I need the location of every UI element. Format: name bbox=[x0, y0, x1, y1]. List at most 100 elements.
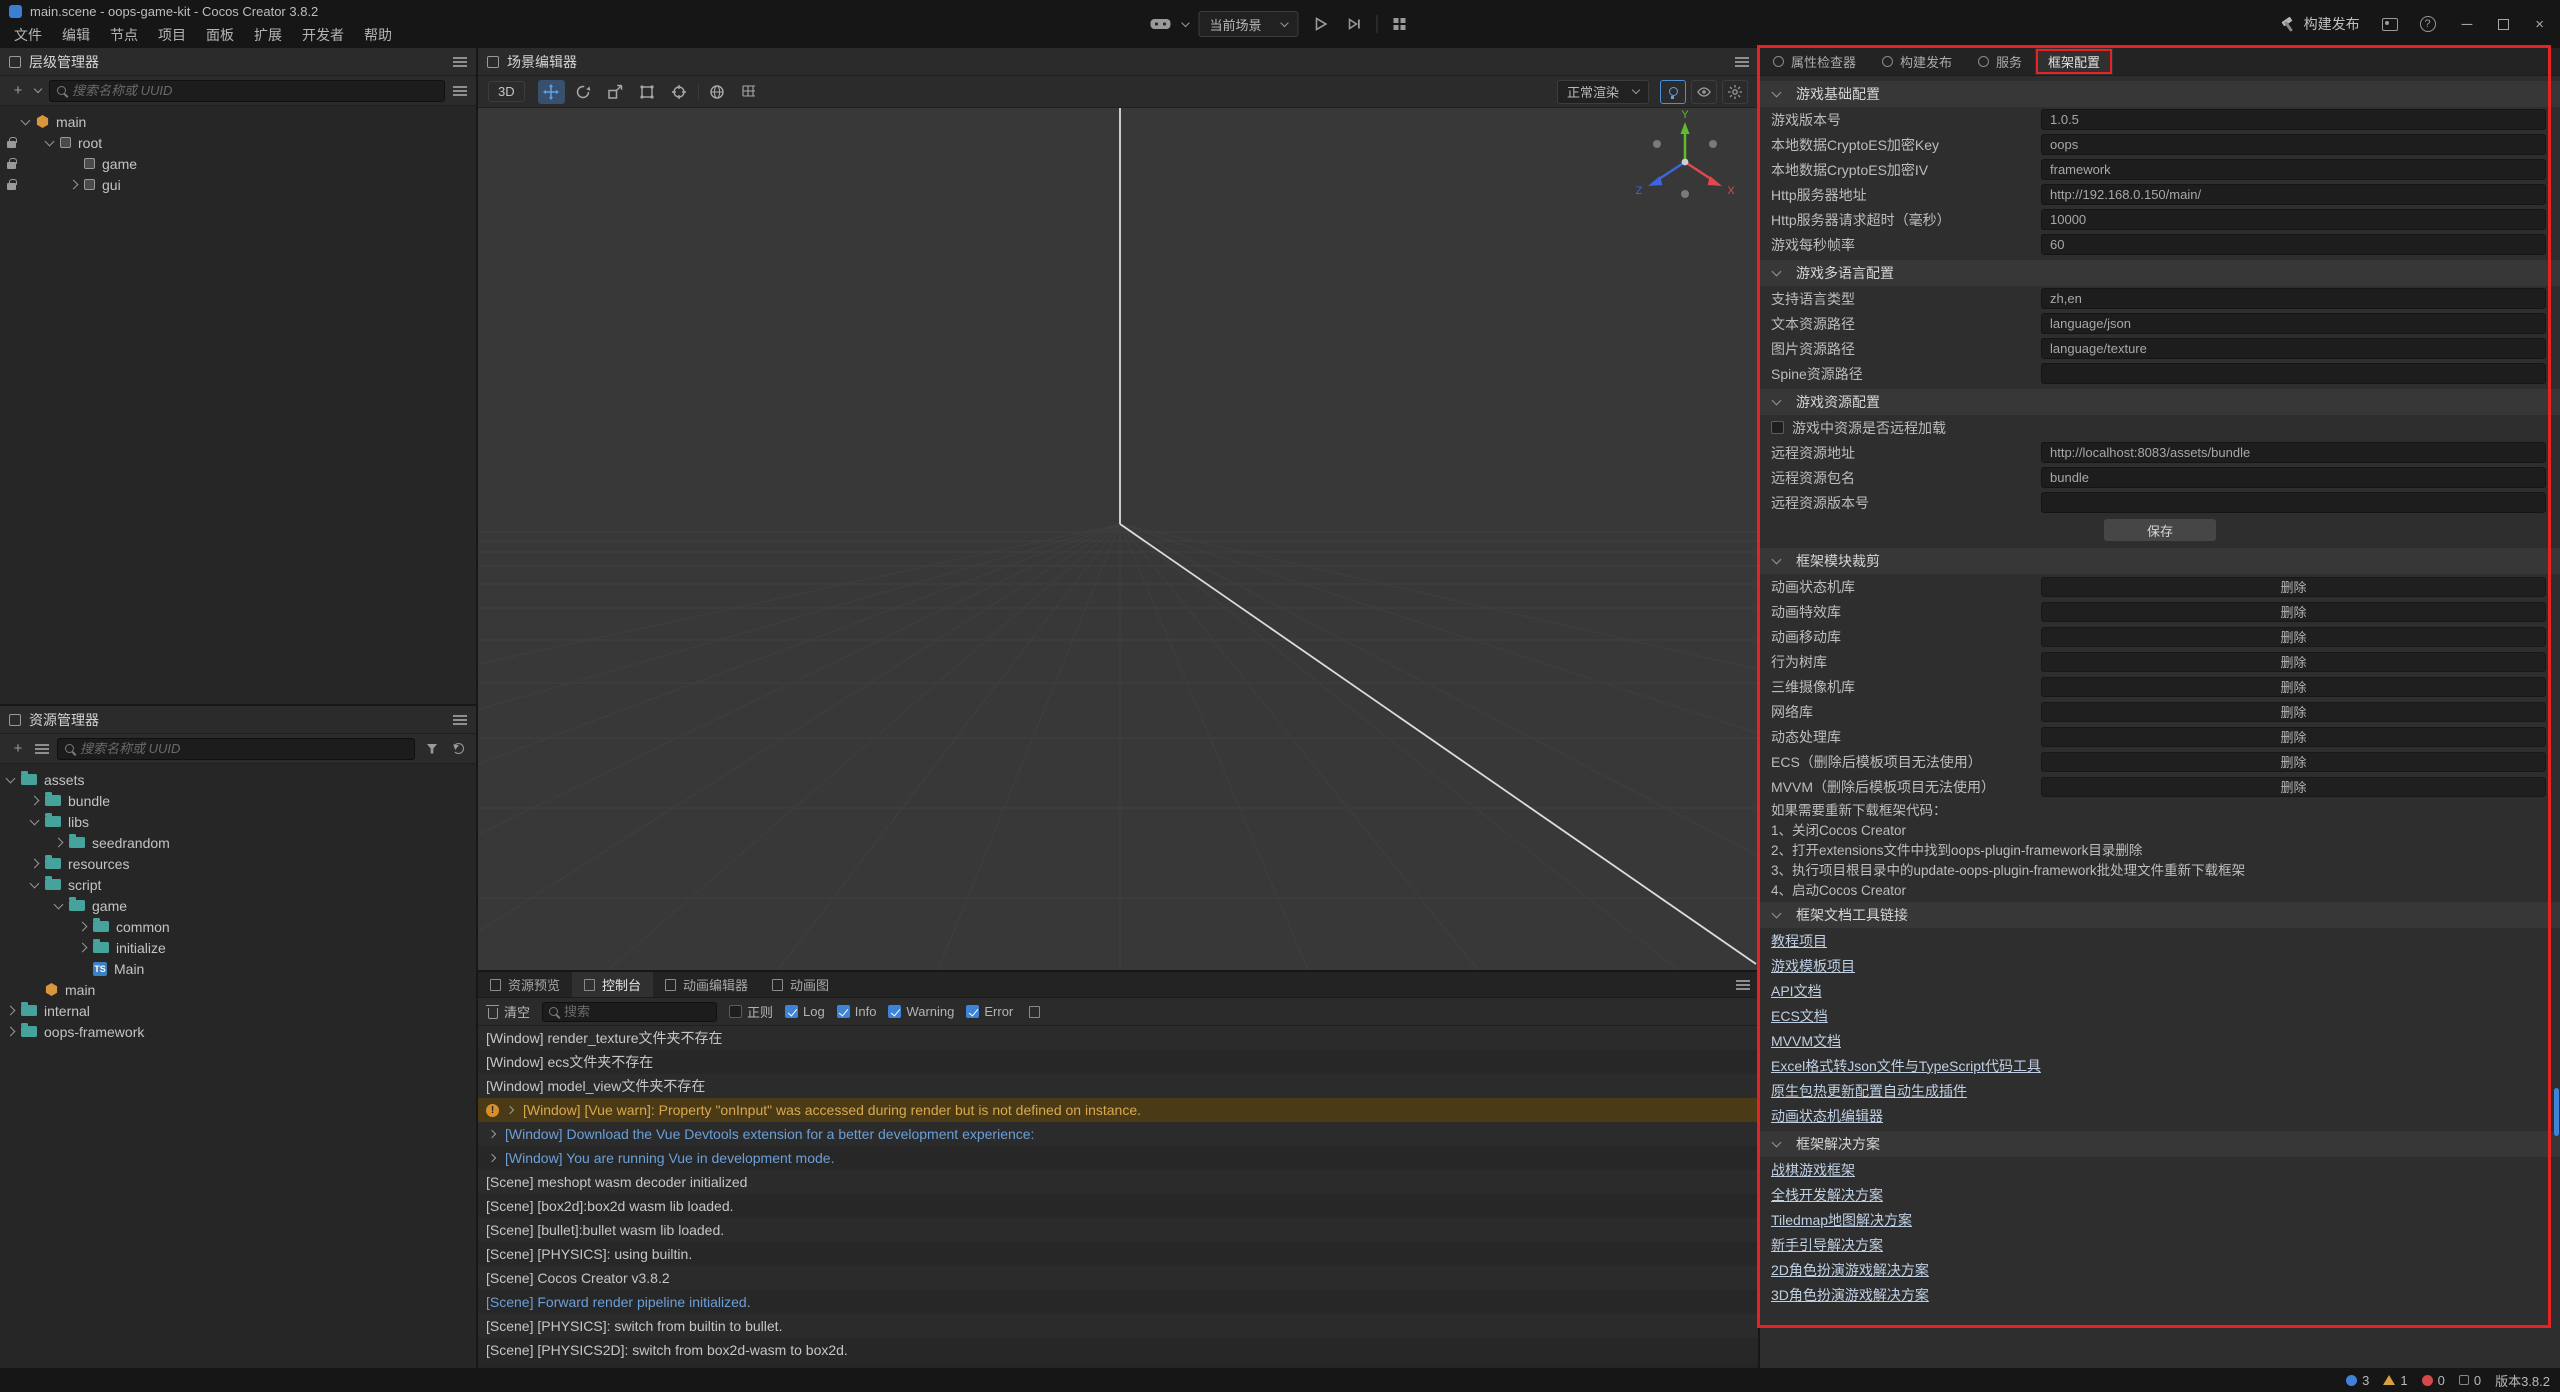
tree-row-initialize[interactable]: initialize bbox=[0, 937, 476, 958]
field-input[interactable]: oops bbox=[2041, 134, 2546, 155]
hierarchy-search[interactable] bbox=[49, 80, 445, 102]
save-button[interactable]: 保存 bbox=[2104, 519, 2216, 541]
log-row[interactable]: [Window] Download the Vue Devtools exten… bbox=[478, 1122, 1758, 1146]
tree-row-gui[interactable]: gui bbox=[0, 174, 476, 195]
console-tab-动画图[interactable]: 动画图 bbox=[760, 972, 841, 997]
console-tab-控制台[interactable]: 控制台 bbox=[572, 972, 653, 997]
field-input[interactable]: language/json bbox=[2041, 313, 2546, 334]
field-input[interactable]: http://localhost:8083/assets/bundle bbox=[2041, 442, 2546, 463]
device-caret-icon[interactable] bbox=[1181, 18, 1189, 26]
link-战棋游戏框架[interactable]: 战棋游戏框架 bbox=[1760, 1157, 2560, 1182]
task-count[interactable]: 0 bbox=[2459, 1373, 2481, 1388]
link-全栈开发解决方案[interactable]: 全栈开发解决方案 bbox=[1760, 1182, 2560, 1207]
field-input[interactable]: 1.0.5 bbox=[2041, 109, 2546, 130]
filter-Info[interactable]: Info bbox=[837, 1004, 877, 1019]
inspector-tab-框架配置[interactable]: 框架配置 bbox=[2035, 48, 2113, 75]
assets-search-input[interactable] bbox=[80, 741, 407, 756]
log-row[interactable]: [Scene] [bullet]:bullet wasm lib loaded. bbox=[478, 1218, 1758, 1242]
mode-3d-button[interactable]: 3D bbox=[488, 81, 525, 102]
tree-caret-icon[interactable] bbox=[30, 815, 40, 825]
hierarchy-search-input[interactable] bbox=[72, 83, 437, 98]
log-row[interactable]: [Window] render_texture文件夹不存在 bbox=[478, 1026, 1758, 1050]
add-asset-button[interactable]: + bbox=[9, 740, 27, 758]
remote-load-checkbox[interactable] bbox=[1771, 421, 1784, 434]
move-tool-button[interactable] bbox=[538, 80, 565, 104]
tree-row-root[interactable]: root bbox=[0, 132, 476, 153]
inspector-tab-构建发布[interactable]: 构建发布 bbox=[1869, 48, 1965, 75]
scale-tool-button[interactable] bbox=[602, 80, 629, 104]
panel-menu-icon[interactable] bbox=[453, 57, 467, 67]
link-教程项目[interactable]: 教程项目 bbox=[1760, 928, 2560, 953]
log-row[interactable]: [Window] model_view文件夹不存在 bbox=[478, 1074, 1758, 1098]
rotate-tool-button[interactable] bbox=[570, 80, 597, 104]
field-input[interactable]: 60 bbox=[2041, 234, 2546, 255]
tree-caret-icon[interactable] bbox=[45, 136, 55, 146]
panel-menu-icon[interactable] bbox=[1736, 980, 1750, 990]
screenshot-icon[interactable] bbox=[2382, 18, 2398, 31]
section-header-框架解决方案[interactable]: 框架解决方案 bbox=[1760, 1131, 2560, 1157]
menu-item-4[interactable]: 面板 bbox=[196, 22, 244, 48]
console-search[interactable] bbox=[542, 1002, 717, 1022]
tree-caret-icon[interactable] bbox=[30, 796, 40, 806]
link-Tiledmap地图解决方案[interactable]: Tiledmap地图解决方案 bbox=[1760, 1207, 2560, 1232]
refresh-icon[interactable] bbox=[449, 740, 467, 758]
delete-button[interactable]: 删除 bbox=[2041, 777, 2546, 797]
scene-settings-gear-icon[interactable] bbox=[1722, 80, 1748, 104]
delete-button[interactable]: 删除 bbox=[2041, 752, 2546, 772]
delete-button[interactable]: 删除 bbox=[2041, 627, 2546, 647]
menu-item-5[interactable]: 扩展 bbox=[244, 22, 292, 48]
pivot-tool-button[interactable] bbox=[666, 80, 693, 104]
tree-row-resources[interactable]: resources bbox=[0, 853, 476, 874]
menu-item-0[interactable]: 文件 bbox=[4, 22, 52, 48]
tree-row-Main[interactable]: TSMain bbox=[0, 958, 476, 979]
minimize-button[interactable]: ─ bbox=[2462, 16, 2473, 33]
tree-caret-icon[interactable] bbox=[30, 878, 40, 888]
menu-item-2[interactable]: 节点 bbox=[100, 22, 148, 48]
link-MVVM文档[interactable]: MVVM文档 bbox=[1760, 1028, 2560, 1053]
panel-menu-icon[interactable] bbox=[1735, 57, 1749, 67]
sort-icon[interactable] bbox=[35, 744, 49, 754]
tree-caret-icon[interactable] bbox=[6, 773, 16, 783]
log-row[interactable]: [Scene] Forward render pipeline initiali… bbox=[478, 1290, 1758, 1314]
device-icon[interactable] bbox=[1148, 12, 1172, 36]
field-input[interactable]: zh,en bbox=[2041, 288, 2546, 309]
link-3D角色扮演游戏解决方案[interactable]: 3D角色扮演游戏解决方案 bbox=[1760, 1282, 2560, 1307]
link-原生包热更新配置自动生成插件[interactable]: 原生包热更新配置自动生成插件 bbox=[1760, 1078, 2560, 1103]
tree-caret-icon[interactable] bbox=[30, 859, 40, 869]
field-input[interactable] bbox=[2041, 363, 2546, 384]
field-input[interactable] bbox=[2041, 492, 2546, 513]
tree-caret-icon[interactable] bbox=[21, 115, 31, 125]
field-input[interactable]: http://192.168.0.150/main/ bbox=[2041, 184, 2546, 205]
axis-gizmo[interactable]: Y X Z bbox=[1630, 110, 1740, 210]
delete-button[interactable]: 删除 bbox=[2041, 677, 2546, 697]
log-file-icon[interactable] bbox=[1025, 1003, 1043, 1021]
tree-caret-icon[interactable] bbox=[54, 838, 64, 848]
tree-row-main[interactable]: main bbox=[0, 979, 476, 1000]
expand-caret-icon[interactable] bbox=[506, 1106, 514, 1114]
tree-row-assets[interactable]: assets bbox=[0, 769, 476, 790]
log-row[interactable]: [Scene] Cocos Creator v3.8.2 bbox=[478, 1266, 1758, 1290]
expand-caret-icon[interactable] bbox=[488, 1154, 496, 1162]
layout-grid-icon[interactable] bbox=[1388, 12, 1412, 36]
add-caret-icon[interactable] bbox=[34, 85, 42, 93]
console-tab-资源预览[interactable]: 资源预览 bbox=[478, 972, 572, 997]
tree-row-bundle[interactable]: bundle bbox=[0, 790, 476, 811]
error-count[interactable]: 0 bbox=[2422, 1373, 2445, 1388]
rect-tool-button[interactable] bbox=[634, 80, 661, 104]
filter-正则[interactable]: 正则 bbox=[729, 1002, 773, 1021]
tree-row-script[interactable]: script bbox=[0, 874, 476, 895]
build-publish-button[interactable]: 构建发布 bbox=[2280, 14, 2360, 34]
warn-count[interactable]: 1 bbox=[2383, 1373, 2407, 1388]
link-API文档[interactable]: API文档 bbox=[1760, 978, 2560, 1003]
gizmo-visibility-button[interactable] bbox=[1691, 80, 1717, 104]
render-mode-dropdown[interactable]: 正常渲染 bbox=[1557, 80, 1649, 104]
scene-dropdown[interactable]: 当前场景 bbox=[1198, 11, 1298, 37]
scene-viewport[interactable]: Y X Z bbox=[478, 108, 1758, 970]
clear-console-button[interactable]: 清空 bbox=[488, 1002, 530, 1021]
section-header-框架文档工具链接[interactable]: 框架文档工具链接 bbox=[1760, 902, 2560, 928]
tree-row-oops-framework[interactable]: oops-framework bbox=[0, 1021, 476, 1042]
tree-row-internal[interactable]: internal bbox=[0, 1000, 476, 1021]
tree-caret-icon[interactable] bbox=[6, 1006, 16, 1016]
lighting-toggle[interactable] bbox=[1660, 80, 1686, 104]
menu-item-6[interactable]: 开发者 bbox=[292, 22, 354, 48]
